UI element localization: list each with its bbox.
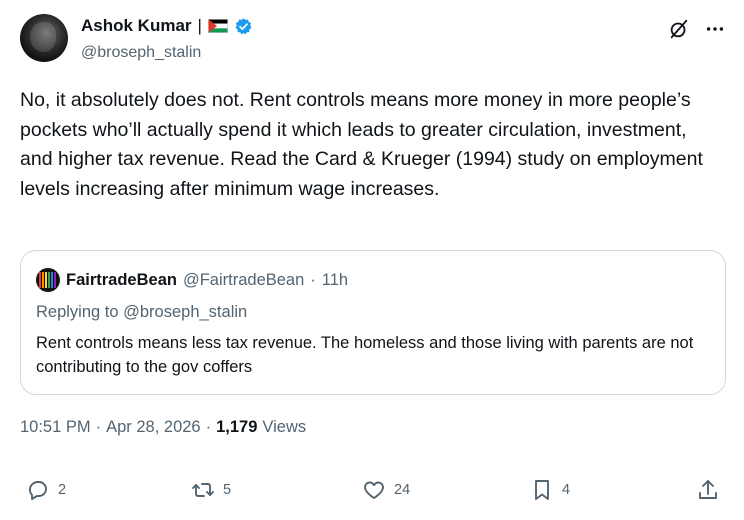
meta-dot: · [95,418,102,436]
bookmark-button[interactable]: 4 [530,478,570,502]
quote-dot: · [310,270,316,289]
author-name-row: Ashok Kumar | [81,16,253,36]
views-count[interactable]: 1,179 [216,418,257,437]
grok-icon[interactable] [668,18,690,40]
verified-badge-icon[interactable] [234,17,253,36]
retweet-icon [192,483,214,497]
share-button[interactable] [696,478,720,502]
more-icon[interactable] [704,18,726,40]
quote-avatar[interactable] [36,268,60,292]
tweet-time[interactable]: 10:51 PM [20,418,91,437]
like-count: 24 [394,482,411,498]
author-avatar[interactable] [20,14,68,62]
reply-button[interactable]: 2 [26,478,66,502]
quoted-tweet[interactable]: FairtradeBean @FairtradeBean · 11h Reply… [20,250,726,395]
author-display-name[interactable]: Ashok Kumar [81,16,192,36]
quote-author-name[interactable]: FairtradeBean [66,271,177,290]
quote-author-handle[interactable]: @FairtradeBean [183,271,304,290]
share-icon [699,480,717,499]
bookmark-count: 4 [562,482,571,498]
tweet-date[interactable]: Apr 28, 2026 [106,418,201,437]
reply-count: 2 [58,482,67,498]
name-separator: | [197,16,202,35]
palestine-flag-icon [207,19,228,33]
quote-text: Rent controls means less tax revenue. Th… [36,334,694,376]
tweet-text: No, it absolutely does not. Rent control… [20,89,703,200]
meta-dot: · [205,418,212,436]
quote-time[interactable]: 11h [322,271,348,290]
heart-icon [364,481,384,499]
retweet-count: 5 [223,482,232,498]
action-bar: 2 5 24 4 [0,478,744,508]
quote-replying-to[interactable]: Replying to @broseph_stalin [36,303,247,322]
tweet-meta: 10:51 PM · Apr 28, 2026 · 1,179 Views [20,418,306,437]
top-actions [668,18,726,40]
author-handle[interactable]: @broseph_stalin [81,44,201,62]
retweet-button[interactable]: 5 [191,478,231,502]
reply-icon [29,481,47,500]
quote-header: FairtradeBean @FairtradeBean · 11h [36,268,348,292]
like-button[interactable]: 24 [362,478,410,502]
views-label: Views [262,418,307,436]
bookmark-icon [535,480,549,500]
